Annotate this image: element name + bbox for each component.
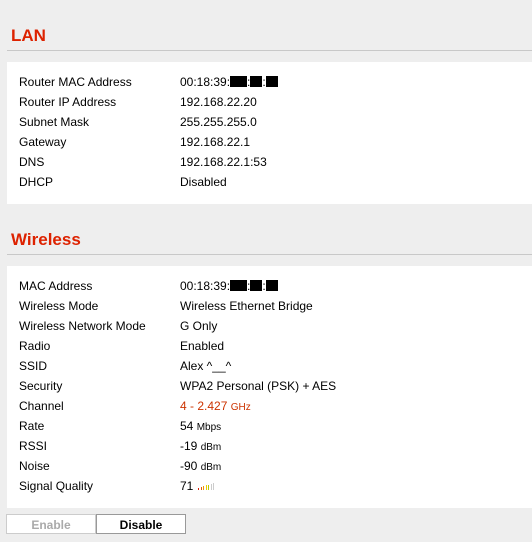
wireless-row-radio: Radio Enabled (7, 336, 532, 356)
router-ip-value: 192.168.22.20 (180, 95, 257, 109)
subnet-mask-label: Subnet Mask (19, 115, 90, 129)
wireless-network-mode-value: G Only (180, 319, 218, 333)
redaction-block (250, 280, 263, 291)
ssid-label: SSID (19, 359, 48, 373)
signal-bar (200, 487, 202, 490)
channel-label: Channel (19, 399, 64, 413)
ssid-value: Alex ^__^ (180, 359, 232, 373)
signal-bar (213, 482, 215, 490)
wireless-mode-value: Wireless Ethernet Bridge (180, 299, 313, 313)
lan-row-subnet-mask: Subnet Mask 255.255.255.0 (7, 112, 532, 132)
gateway-label: Gateway (19, 135, 67, 149)
wireless-row-network-mode: Wireless Network Mode G Only (7, 316, 532, 336)
wireless-row-security: Security WPA2 Personal (PSK) + AES (7, 376, 532, 396)
noise-label: Noise (19, 459, 50, 473)
wireless-panel: MAC Address 00:18:39::: Wireless Mode Wi… (7, 266, 532, 508)
wireless-row-channel: Channel 4 - 2.427 GHz (7, 396, 532, 416)
noise-unit: dBm (200, 462, 222, 473)
signal-bar (210, 483, 212, 490)
lan-row-dns: DNS 192.168.22.1:53 (7, 152, 532, 172)
wireless-row-mode: Wireless Mode Wireless Ethernet Bridge (7, 296, 532, 316)
subnet-mask-value: 255.255.255.0 (180, 115, 257, 129)
security-label: Security (19, 379, 63, 393)
router-mac-value: 00:18:39::: (180, 72, 278, 92)
lan-row-router-mac: Router MAC Address 00:18:39::: (7, 72, 532, 92)
dhcp-value: Disabled (180, 175, 227, 189)
rate-label: Rate (19, 419, 45, 433)
wireless-row-rssi: RSSI -19 dBm (7, 436, 532, 456)
wireless-row-noise: Noise -90 dBm (7, 456, 532, 476)
lan-section-divider (7, 50, 532, 51)
wireless-section-divider (7, 254, 532, 255)
wireless-row-ssid: SSID Alex ^__^ (7, 356, 532, 376)
redaction-block (265, 280, 278, 291)
radio-value: Enabled (180, 339, 225, 353)
redaction-block (230, 76, 248, 87)
redaction-block (265, 76, 278, 87)
lan-section-title: LAN (11, 26, 46, 45)
lan-row-dhcp: DHCP Disabled (7, 172, 532, 192)
dhcp-label: DHCP (19, 175, 54, 189)
enable-button[interactable]: Enable (6, 514, 96, 534)
disable-button[interactable]: Disable (96, 514, 186, 534)
wireless-row-signal-quality: Signal Quality 71 (7, 476, 532, 496)
security-value: WPA2 Personal (PSK) + AES (180, 379, 337, 393)
lan-row-router-ip: Router IP Address 192.168.22.20 (7, 92, 532, 112)
rssi-unit: dBm (200, 442, 222, 453)
signal-quality-label: Signal Quality (19, 479, 94, 493)
dns-label: DNS (19, 155, 45, 169)
signal-strength-icon (198, 482, 216, 490)
dns-value: 192.168.22.1:53 (180, 155, 267, 169)
wireless-row-rate: Rate 54 Mbps (7, 416, 532, 436)
lan-row-gateway: Gateway 192.168.22.1 (7, 132, 532, 152)
rate-unit: Mbps (196, 422, 222, 433)
redaction-block (250, 76, 263, 87)
signal-bar (198, 488, 200, 490)
channel-value[interactable]: 4 - 2.427 GHz (180, 396, 251, 418)
rssi-value: -19 dBm (180, 439, 222, 453)
radio-label: Radio (19, 339, 51, 353)
mac-address-label: MAC Address (19, 279, 93, 293)
noise-value: -90 dBm (180, 459, 222, 473)
wireless-network-mode-label: Wireless Network Mode (19, 319, 146, 333)
signal-quality-value: 71 (180, 476, 216, 496)
signal-bar (205, 485, 207, 490)
rate-value: 54 Mbps (180, 419, 222, 433)
wireless-mode-label: Wireless Mode (19, 299, 99, 313)
channel-unit: GHz (230, 402, 251, 413)
rssi-label: RSSI (19, 439, 48, 453)
lan-panel: Router MAC Address 00:18:39::: Router IP… (7, 62, 532, 204)
router-mac-label: Router MAC Address (19, 75, 132, 89)
redaction-block (230, 280, 248, 291)
gateway-value: 192.168.22.1 (180, 135, 251, 149)
router-ip-label: Router IP Address (19, 95, 117, 109)
wireless-row-mac: MAC Address 00:18:39::: (7, 276, 532, 296)
wireless-section-title: Wireless (11, 230, 81, 249)
signal-bar (208, 484, 210, 490)
signal-bar (203, 486, 205, 490)
mac-address-value: 00:18:39::: (180, 276, 278, 296)
